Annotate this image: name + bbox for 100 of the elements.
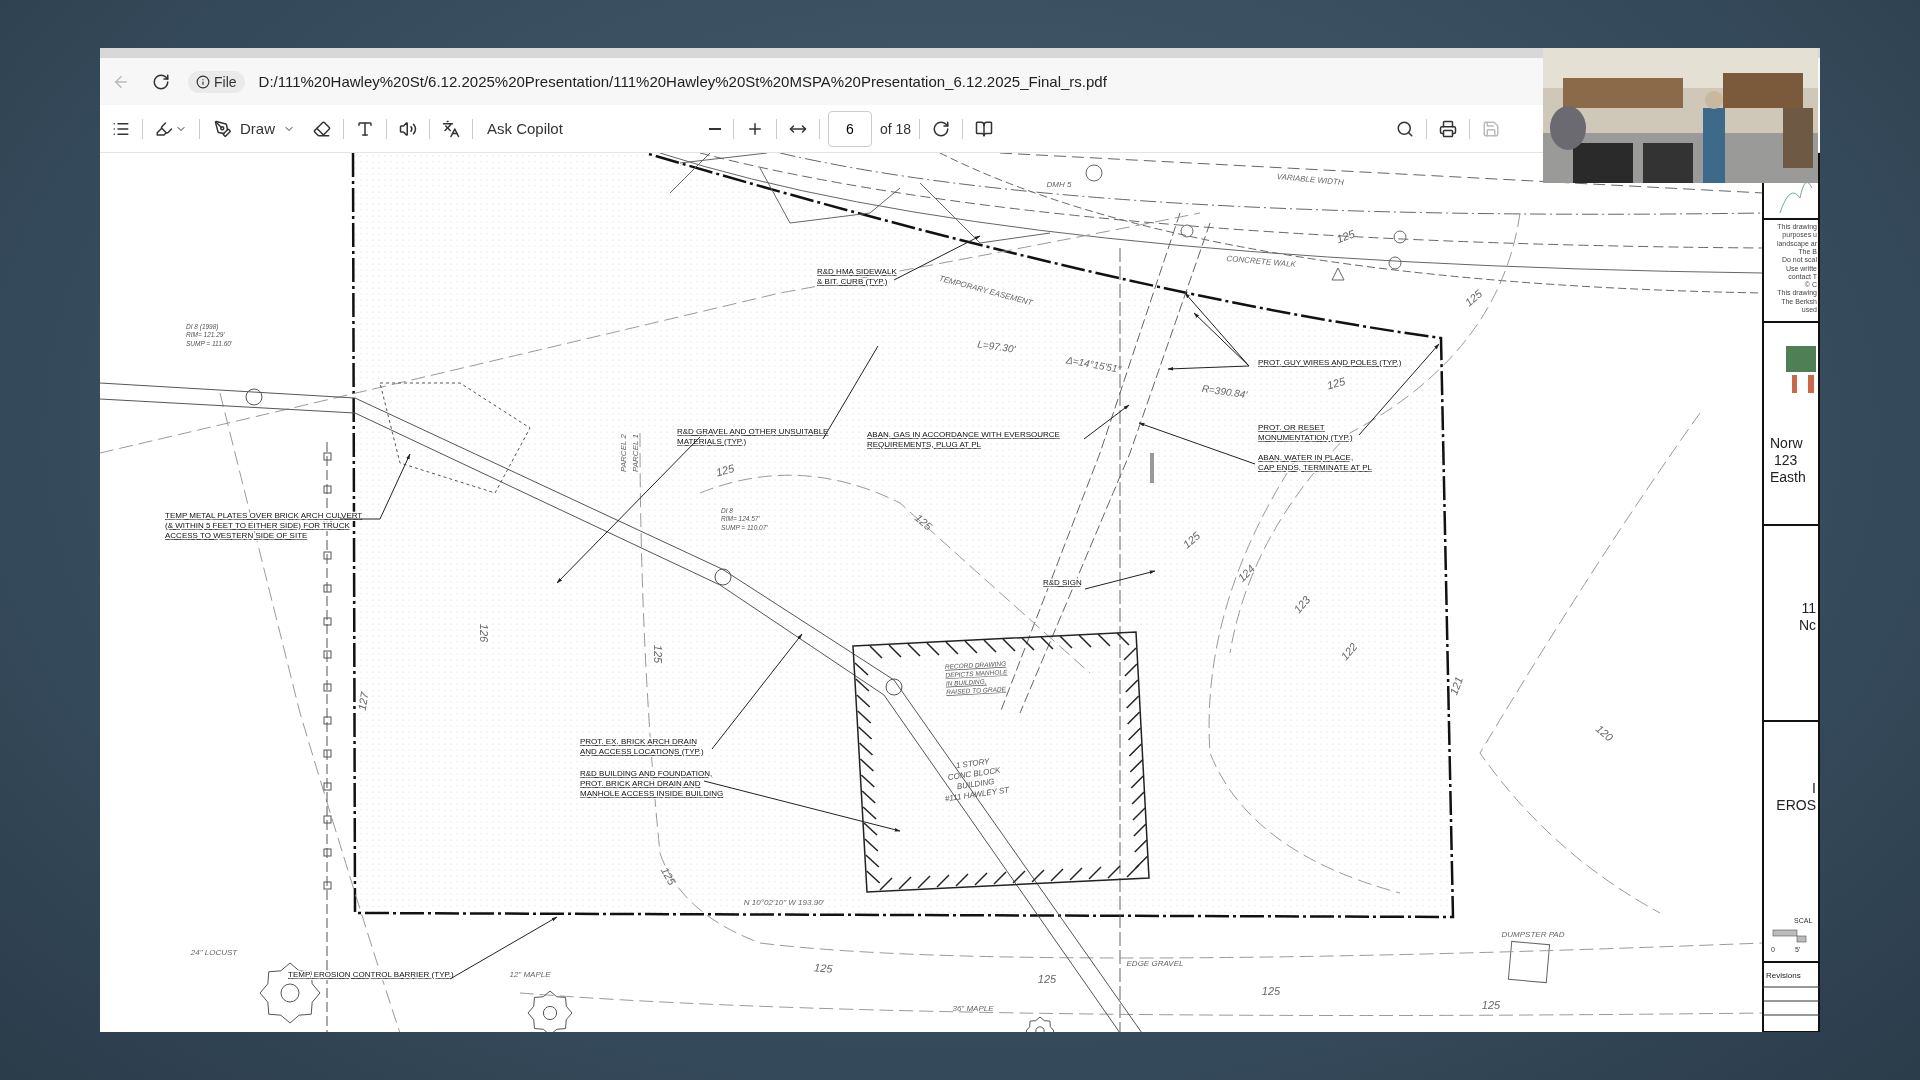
page-number-field[interactable]: 6 [827,110,872,147]
scale-bar [1772,929,1807,943]
text-icon [356,119,374,138]
plan-note: 1 STORY CONC BLOCK BUILDING #111 HAWLEY ST [944,756,1010,804]
hatch-mark [1124,663,1138,677]
callout-label: PROT. OR RESET MONUMENTATION (TYP.) [1258,423,1353,442]
hatch-mark [926,642,940,656]
hatch-mark [855,678,870,692]
plan-label: 125 [1462,287,1485,309]
hatch-mark [857,726,873,740]
plan-label: 121 [1447,674,1465,697]
hatch-mark [1127,727,1142,741]
draw-button[interactable]: Draw [208,115,301,142]
plan-label: 123 [1291,593,1313,616]
hatch-mark [862,806,877,820]
leader-line [1083,404,1130,440]
callout-label: ABAN. WATER IN PLACE, CAP ENDS, TERMINATE AT PL [1258,453,1372,472]
file-indicator[interactable]: File [188,70,245,93]
plan-label: 125 [912,511,935,533]
hatch-mark [858,742,874,756]
plan-label: 125 [1325,374,1347,392]
hatch-mark [1129,759,1144,773]
plan-label: 125 [658,865,679,887]
search-icon [1396,119,1414,138]
rotate-icon [932,119,951,138]
address-url[interactable]: D:/111%20Hawley%20St/6.12.2025%20Presentation/111%20Hawley%20St%20MSPA%20Presentation_6.12.2025_Final_rs.pdf [258,73,1107,90]
plan-label: 12" MAPLE [509,970,551,979]
hatch-mark [1002,638,1016,652]
hatch-mark [1125,695,1140,709]
hatch-mark [1097,633,1111,647]
plan-label: 126 [478,623,490,643]
callout-label: R&D HMA SIDEWALK & BIT. CURB (TYP.) [817,267,897,286]
plan-label: DUMPSTER PAD [1501,930,1565,939]
plan-label: EDGE GRAVEL [1126,959,1184,968]
translate-icon [442,119,460,138]
plan-label: L=97.30' [976,338,1017,355]
hatch-mark [1131,791,1145,805]
sheet-title: 11 Nc [1798,600,1816,633]
hatch-mark [993,871,1007,885]
book-icon [975,119,994,138]
hatch-mark [955,873,969,887]
hatch-mark [888,644,902,658]
plan-label: N 10°02'10" W 193.90' [743,898,825,907]
hatch-mark [1088,866,1102,880]
hatch-mark [865,870,881,884]
plan-label: 125 [1037,973,1057,985]
hatch-mark [865,854,880,868]
hatch-mark [1116,632,1130,646]
plan-label: 125 [1180,529,1203,551]
hatch-mark [860,774,876,788]
hatch-mark [854,662,869,676]
save-icon [1482,119,1500,138]
refresh-icon [152,72,170,91]
hatch-mark [936,874,950,888]
hatch-mark [879,877,893,891]
hatch-mark [1125,679,1139,693]
callout-label: R&D BUILDING AND FOUNDATION, PROT. BRICK ARCH DRAIN AND MANHOLE ACCESS INSIDE BUILDING [580,769,724,798]
hatch-mark [974,872,988,886]
hatch-mark [864,838,879,852]
hatch-mark [856,694,871,708]
hatch-mark [1021,637,1035,651]
hatch-mark [917,875,931,889]
plan-label: 125 [1481,999,1501,1011]
hatch-mark [1126,711,1141,725]
hatch-mark [1134,855,1149,869]
hatch-mark [1132,807,1146,821]
highlighter-icon [155,119,173,138]
plan-label: 124 [1235,562,1257,584]
hatch-mark [1133,823,1147,837]
hatch-mark [983,639,997,653]
hatch-mark [1134,839,1148,853]
plan-label: 120 [1593,722,1616,744]
hatch-mark [1050,868,1064,882]
tree-symbol [1025,1016,1055,1032]
leader-line [1084,570,1156,590]
pen-icon [214,119,232,138]
page-count: of 18 [879,120,912,137]
signature-icon [1779,181,1813,214]
hatch-mark [1059,635,1073,649]
project-name: Norw 123 Easth [1770,435,1806,485]
plan-label: R=390.84' [1201,382,1248,401]
printer-icon [1439,119,1457,138]
hatch-mark [861,790,876,804]
plan-label: DMH 5 [1046,180,1072,189]
plan-label: 127 [355,691,371,712]
callout-label: R&D SIGN [1043,578,1082,587]
plan-label: PARCEL 2 [619,434,628,472]
hatch-mark [1128,743,1143,757]
plan-label: 36" MAPLE [952,1004,994,1013]
plan-label: 125 [714,461,736,479]
plan-label: 122 [1338,640,1360,663]
eraser-icon [313,119,331,138]
logo-icon [1786,346,1816,393]
callout-label: PROT. EX. BRICK ARCH DRAIN AND ACCESS LOCATIONS (TYP.) [580,737,704,756]
hatch-mark [1012,870,1026,884]
hatch-mark [869,645,883,659]
ask-copilot-button[interactable]: Ask Copilot [481,116,569,141]
plan-label: CONCRETE WALK [1226,254,1297,270]
info-icon [196,74,210,89]
hatch-mark [863,822,878,836]
